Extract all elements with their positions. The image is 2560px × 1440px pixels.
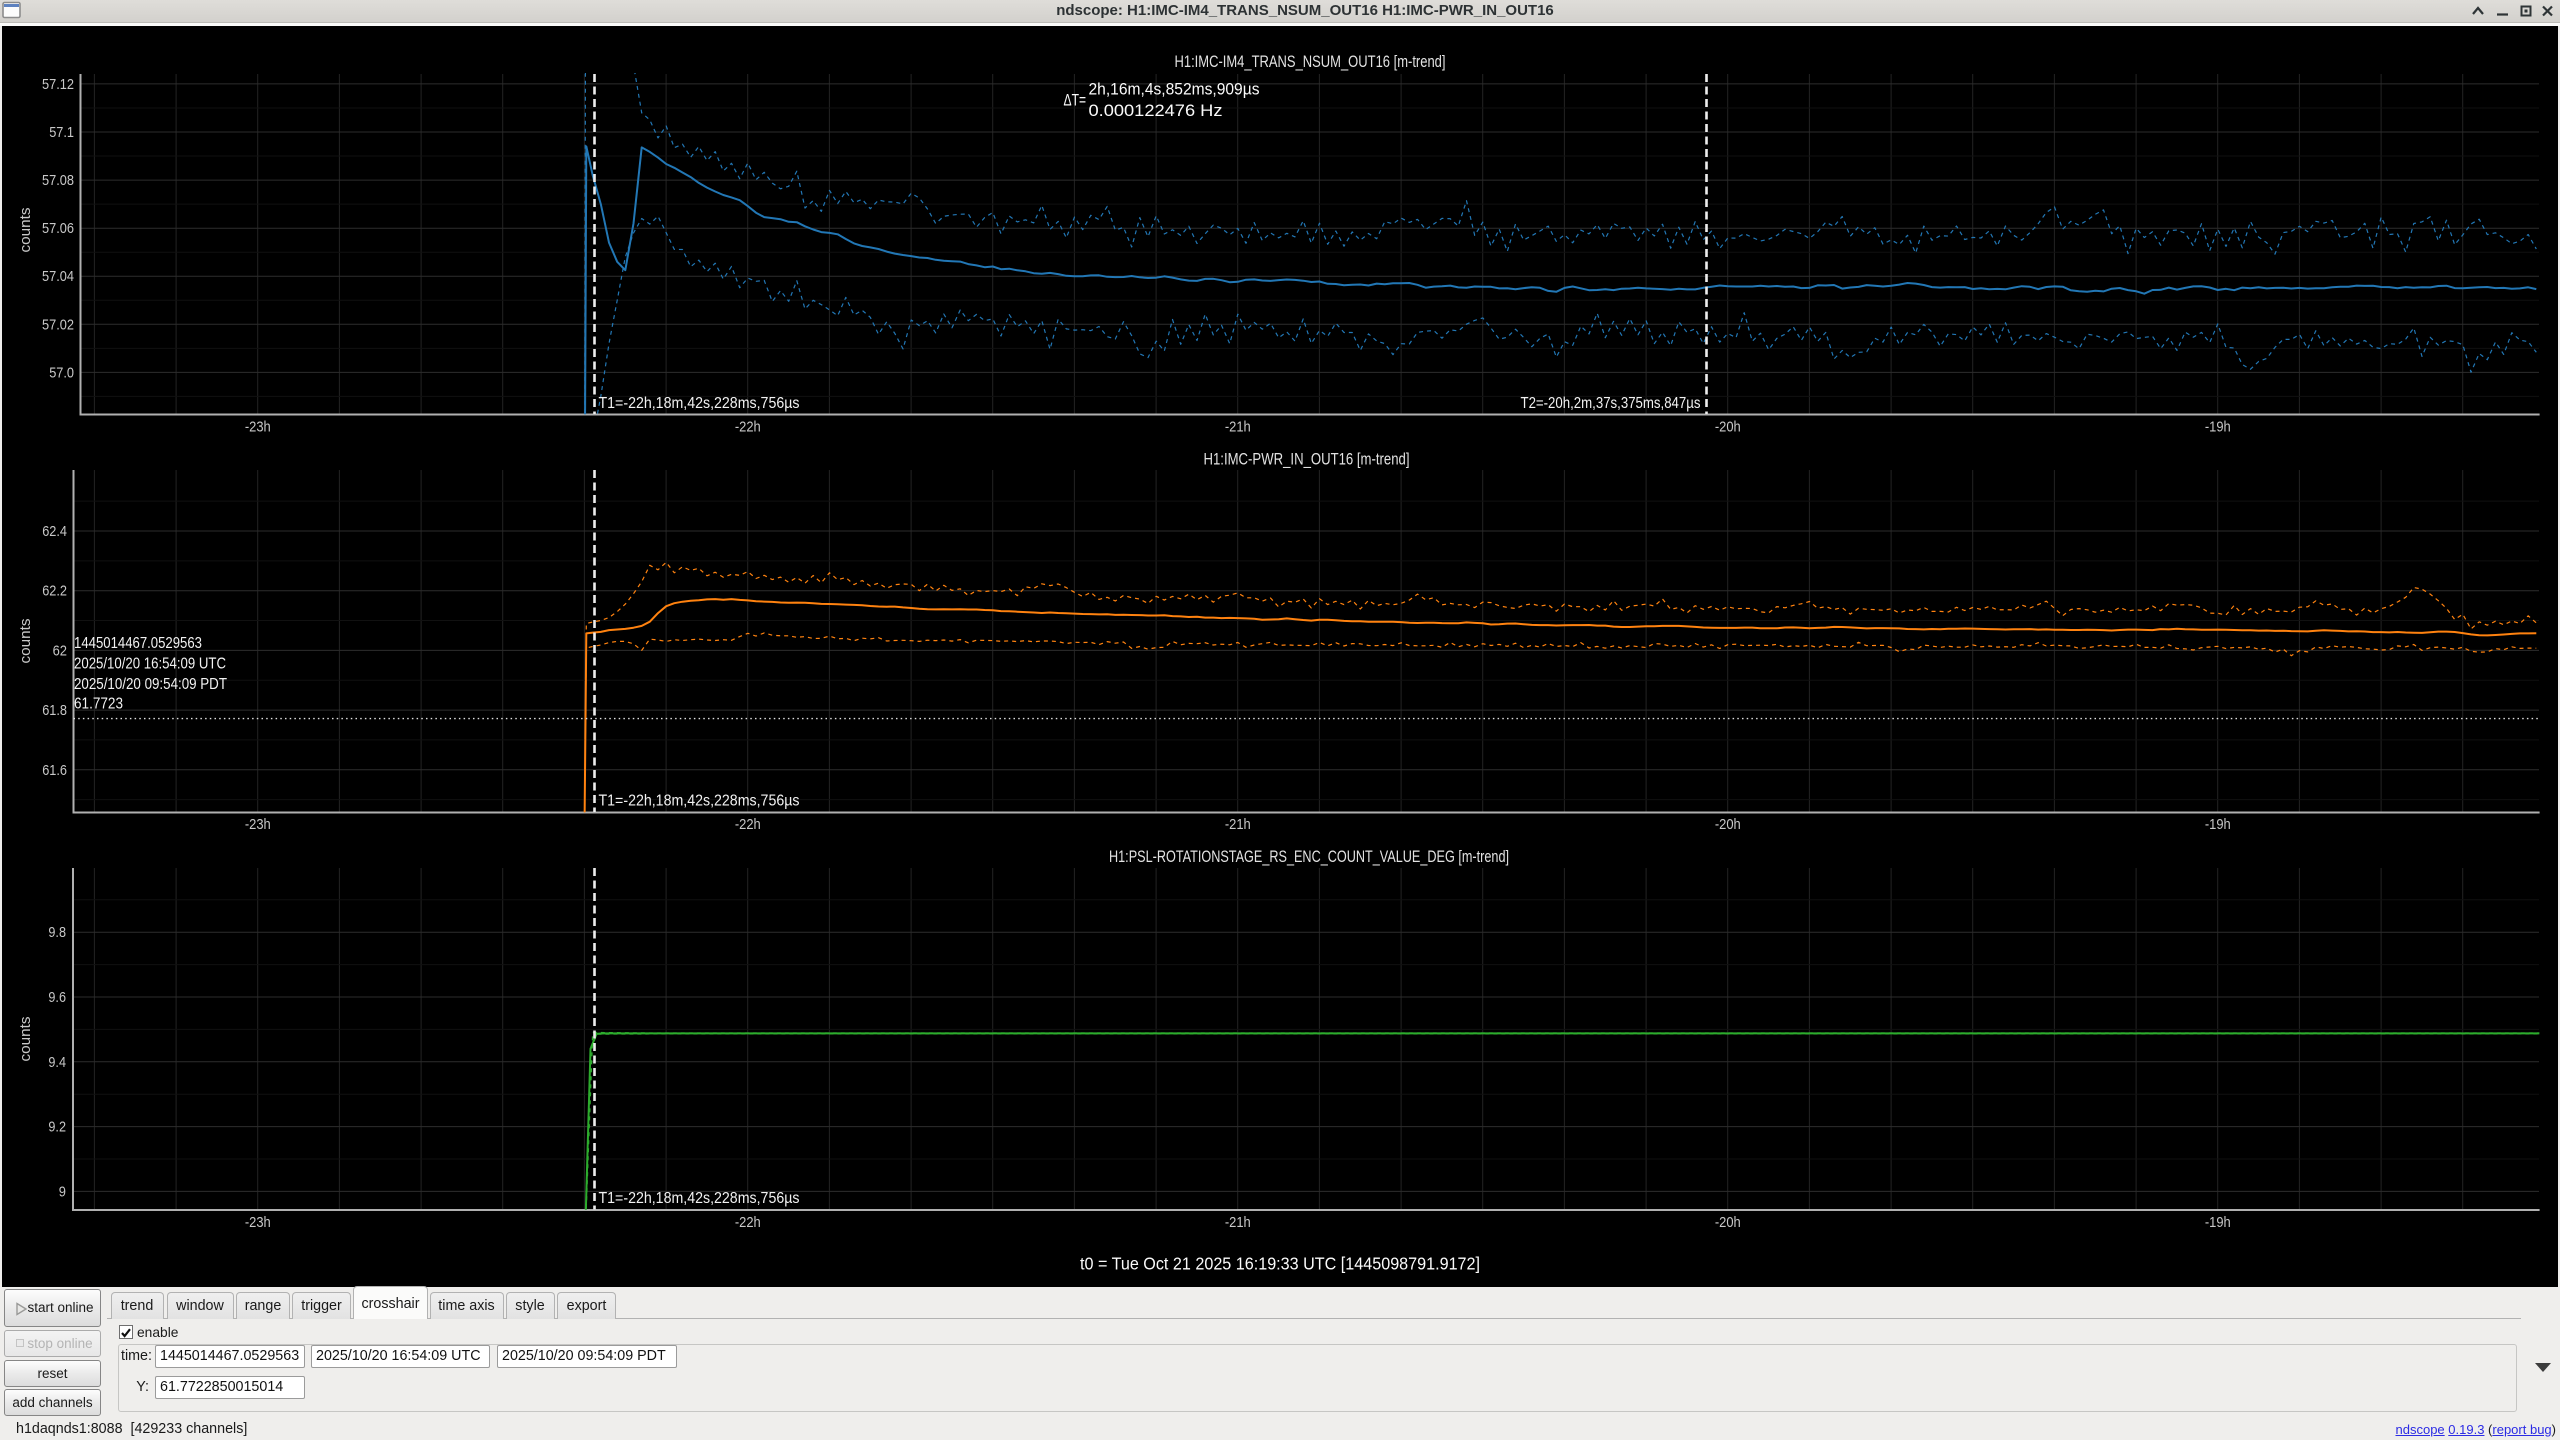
svg-text:57.06: 57.06	[42, 220, 74, 237]
svg-text:-21h: -21h	[1225, 1214, 1251, 1231]
svg-text:-23h: -23h	[245, 419, 271, 436]
svg-text:-22h: -22h	[735, 1214, 761, 1231]
svg-text:57.04: 57.04	[42, 268, 74, 285]
svg-text:-19h: -19h	[2205, 816, 2231, 833]
svg-text:-20h: -20h	[1715, 816, 1741, 833]
svg-text:t0 = Tue Oct 21 2025 16:19:33: t0 = Tue Oct 21 2025 16:19:33 UTC [14450…	[1080, 1254, 1480, 1274]
svg-text:-20h: -20h	[1715, 1214, 1741, 1231]
svg-text:-23h: -23h	[245, 816, 271, 833]
svg-text:-20h: -20h	[1715, 419, 1741, 436]
svg-text:counts: counts	[17, 1017, 34, 1062]
svg-text:H1:IMC-IM4_TRANS_NSUM_OUT16 [m: H1:IMC-IM4_TRANS_NSUM_OUT16 [m-trend]	[1175, 53, 1446, 71]
svg-text:57.02: 57.02	[42, 316, 74, 333]
svg-text:61.7723: 61.7723	[74, 696, 123, 713]
svg-text:9.4: 9.4	[48, 1054, 66, 1071]
svg-text:2025/10/20 16:54:09 UTC: 2025/10/20 16:54:09 UTC	[74, 656, 226, 673]
svg-text:62: 62	[53, 642, 67, 659]
svg-text:T2=-20h,2m,37s,375ms,847µs: T2=-20h,2m,37s,375ms,847µs	[1521, 395, 1701, 412]
svg-text:57.08: 57.08	[42, 172, 74, 189]
svg-text:-21h: -21h	[1225, 419, 1251, 436]
svg-text:counts: counts	[17, 208, 34, 253]
svg-text:-22h: -22h	[735, 419, 761, 436]
svg-text:H1:PSL-ROTATIONSTAGE_RS_ENC_CO: H1:PSL-ROTATIONSTAGE_RS_ENC_COUNT_VALUE_…	[1109, 848, 1509, 866]
svg-text:61.6: 61.6	[42, 762, 67, 779]
svg-text:-22h: -22h	[735, 816, 761, 833]
svg-text:-23h: -23h	[245, 1214, 271, 1231]
svg-text:T1=-22h,18m,42s,228ms,756µs: T1=-22h,18m,42s,228ms,756µs	[599, 793, 800, 810]
svg-text:-19h: -19h	[2205, 1214, 2231, 1231]
svg-text:T1=-22h,18m,42s,228ms,756µs: T1=-22h,18m,42s,228ms,756µs	[599, 395, 800, 412]
svg-text:2h,16m,4s,852ms,909µs: 2h,16m,4s,852ms,909µs	[1089, 81, 1260, 99]
svg-text:62.2: 62.2	[42, 583, 67, 600]
svg-text:57.12: 57.12	[42, 76, 74, 93]
svg-text:-19h: -19h	[2205, 419, 2231, 436]
svg-text:61.8: 61.8	[42, 702, 67, 719]
svg-text:9.8: 9.8	[48, 924, 66, 941]
svg-text:62.4: 62.4	[42, 523, 67, 540]
svg-text:H1:IMC-PWR_IN_OUT16 [m-trend]: H1:IMC-PWR_IN_OUT16 [m-trend]	[1204, 451, 1410, 469]
svg-text:-21h: -21h	[1225, 816, 1251, 833]
svg-text:9.6: 9.6	[48, 989, 66, 1006]
svg-text:T1=-22h,18m,42s,228ms,756µs: T1=-22h,18m,42s,228ms,756µs	[599, 1190, 800, 1207]
svg-text:0.000122476 Hz: 0.000122476 Hz	[1089, 102, 1223, 120]
svg-text:ΔT=: ΔT=	[1064, 92, 1087, 110]
svg-text:57.1: 57.1	[49, 124, 74, 141]
svg-text:2025/10/20 09:54:09 PDT: 2025/10/20 09:54:09 PDT	[74, 676, 227, 693]
svg-text:counts: counts	[17, 619, 34, 664]
svg-text:1445014467.0529563: 1445014467.0529563	[74, 635, 202, 652]
svg-text:9.2: 9.2	[48, 1119, 66, 1136]
svg-text:57.0: 57.0	[49, 364, 74, 381]
svg-text:9: 9	[59, 1183, 66, 1200]
